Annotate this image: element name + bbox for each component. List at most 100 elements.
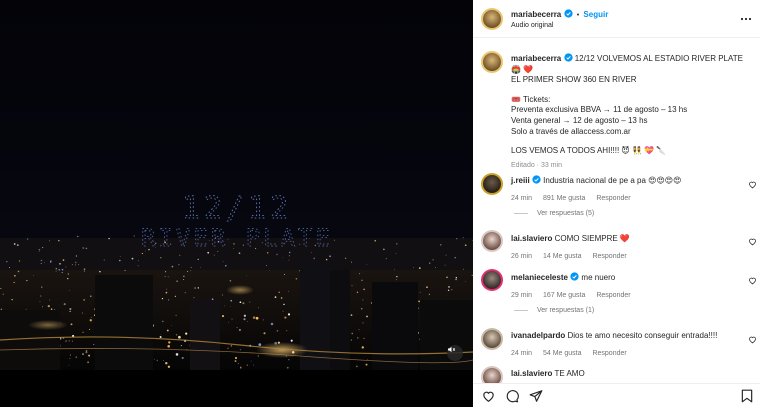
city-light: [167, 365, 171, 368]
heart-icon[interactable]: [748, 276, 757, 285]
verified-badge-icon: [532, 175, 541, 184]
city-light: [221, 294, 224, 296]
comment-time: 24 min: [511, 350, 533, 357]
city-light: [61, 271, 63, 274]
comment-username[interactable]: ivanadelpardo: [511, 331, 565, 340]
comment-likes[interactable]: 54 Me gusta: [543, 350, 582, 357]
city-light: [230, 299, 233, 302]
city-light: [174, 295, 177, 297]
follow-button[interactable]: Seguir: [583, 10, 608, 19]
city-light: [14, 274, 16, 277]
city-light: [190, 266, 192, 268]
comment-username[interactable]: lai.slaviero: [511, 234, 552, 243]
city-light: [274, 296, 277, 298]
instagram-post-viewer: 12/12 RIVER PLATE mariabecerra • Seguir …: [0, 0, 760, 407]
city-light: [103, 259, 105, 261]
city-light: [162, 320, 164, 323]
caption-username[interactable]: mariabecerra: [511, 54, 561, 63]
mute-button[interactable]: [447, 345, 463, 361]
comment-username[interactable]: melanieceleste: [511, 273, 568, 282]
city-light: [418, 267, 421, 269]
comments-scroll-area[interactable]: mariabecerra 12/12 VOLVEMOS AL ESTADIO R…: [473, 38, 760, 387]
city-light: [228, 321, 229, 323]
city-light: [59, 263, 61, 265]
comment-time: 26 min: [511, 253, 533, 260]
city-light: [33, 275, 35, 276]
city-light: [63, 303, 66, 306]
city-light: [351, 332, 353, 335]
city-light: [70, 323, 73, 326]
heart-icon[interactable]: [748, 335, 757, 344]
city-light: [175, 314, 177, 316]
city-light: [280, 297, 283, 299]
heart-icon[interactable]: [748, 180, 757, 189]
city-light: [69, 358, 71, 359]
city-light: [258, 307, 259, 309]
city-light: [313, 257, 316, 260]
city-light: [119, 256, 121, 258]
avatar[interactable]: [481, 269, 503, 291]
avatar[interactable]: [481, 8, 503, 30]
city-light: [68, 340, 70, 342]
city-light: [165, 291, 168, 294]
city-light: [197, 258, 199, 261]
city-light: [230, 306, 231, 308]
city-light: [89, 319, 92, 322]
comment-likes[interactable]: 891 Me gusta: [543, 195, 585, 202]
city-light: [99, 270, 101, 273]
city-light: [278, 291, 280, 293]
city-light: [175, 353, 179, 356]
comment-username[interactable]: lai.slaviero: [511, 369, 552, 378]
city-light: [18, 260, 21, 262]
heart-icon[interactable]: [748, 237, 757, 246]
comment-icon[interactable]: [505, 389, 519, 403]
city-light: [396, 243, 398, 245]
audio-label[interactable]: Audio original: [511, 22, 553, 29]
verified-badge-icon: [570, 272, 579, 281]
comment-text: COMO SIEMPRE ❤️: [554, 234, 630, 243]
drone-text-line2: RIVER PLATE: [141, 224, 333, 252]
city-light: [455, 276, 457, 279]
reply-button[interactable]: Responder: [592, 350, 626, 357]
city-light: [166, 288, 168, 290]
city-light: [356, 291, 359, 293]
city-light: [197, 287, 199, 289]
more-icon[interactable]: [740, 13, 752, 25]
avatar[interactable]: [481, 173, 503, 195]
city-light: [2, 293, 4, 295]
share-icon[interactable]: [529, 389, 543, 403]
city-light: [282, 257, 284, 259]
city-light: [236, 327, 238, 328]
city-light: [75, 261, 77, 264]
city-light: [185, 332, 188, 335]
comment-likes[interactable]: 167 Me gusta: [543, 292, 585, 299]
city-light: [439, 244, 442, 246]
comment-item: ivanadelpardo Dios te amo necesito conse…: [511, 331, 741, 357]
city-light: [446, 276, 448, 279]
post-video[interactable]: 12/12 RIVER PLATE: [0, 0, 473, 407]
city-light: [360, 307, 363, 310]
avatar[interactable]: [481, 230, 503, 252]
reply-button[interactable]: Responder: [592, 253, 626, 260]
city-light: [88, 354, 91, 357]
city-light: [44, 262, 45, 263]
city-light: [329, 255, 331, 258]
reply-button[interactable]: Responder: [596, 195, 630, 202]
bookmark-icon[interactable]: [741, 389, 753, 403]
city-light: [183, 279, 185, 280]
view-replies-button[interactable]: Ver respuestas (1): [514, 307, 594, 314]
post-username[interactable]: mariabecerra: [511, 10, 561, 19]
caption-avatar[interactable]: [481, 51, 503, 73]
city-light: [159, 336, 162, 338]
comment-username[interactable]: j.reiii: [511, 176, 530, 185]
heart-icon[interactable]: [481, 389, 496, 403]
city-light: [351, 261, 352, 263]
city-light: [194, 287, 196, 289]
city-light: [257, 355, 259, 357]
reply-button[interactable]: Responder: [596, 292, 630, 299]
avatar[interactable]: [481, 328, 503, 350]
view-replies-button[interactable]: Ver respuestas (5): [514, 210, 594, 217]
city-light: [176, 280, 178, 283]
comment-likes[interactable]: 14 Me gusta: [543, 253, 582, 260]
city-light: [227, 347, 229, 349]
